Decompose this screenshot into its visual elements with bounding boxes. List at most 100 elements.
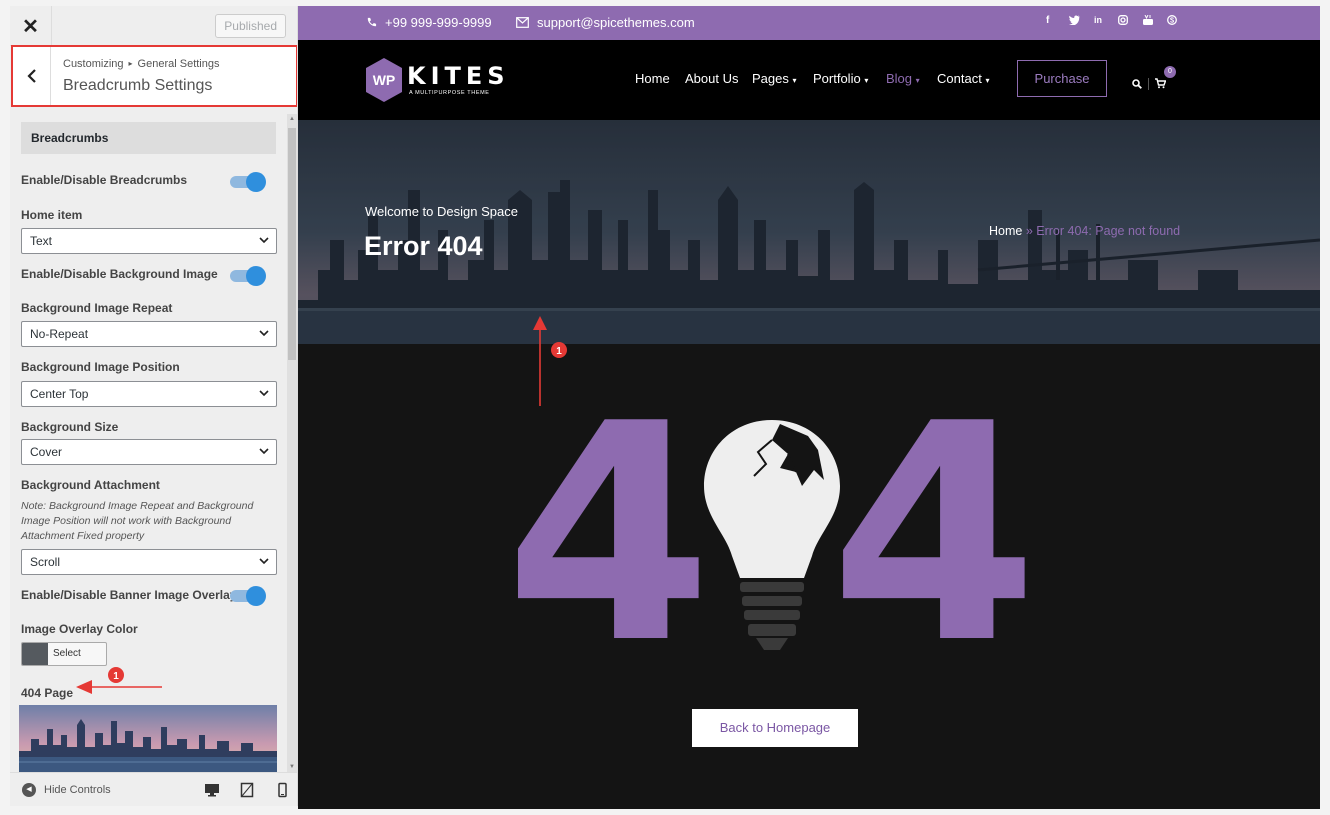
broken-bulb-icon <box>704 420 840 650</box>
envelope-icon <box>516 17 529 28</box>
nav-portfolio[interactable]: Portfolio ▾ <box>813 71 868 86</box>
enable-breadcrumbs-label: Enable/Disable Breadcrumbs <box>21 173 188 187</box>
tablet-preview-icon[interactable] <box>239 782 255 798</box>
instagram-icon[interactable] <box>1118 15 1128 28</box>
top-info-bar: +99 999-999-9999 support@spicethemes.com… <box>298 6 1320 40</box>
cart-count-badge: 0 <box>1164 66 1176 78</box>
bg-attachment-select[interactable]: Scroll <box>21 549 277 575</box>
hide-controls-button[interactable]: ◀ Hide Controls <box>22 783 111 797</box>
breadcrumb-banner: Welcome to Design Space Error 404 Home »… <box>298 120 1320 344</box>
page404-image-thumbnail[interactable] <box>19 705 277 772</box>
404-graphic: 4 4 <box>518 406 1038 666</box>
customizer-footer: ◀ Hide Controls <box>10 772 297 806</box>
page404-label: 404 Page <box>21 686 74 700</box>
banner-breadcrumb: Home » Error 404: Page not found <box>989 224 1180 238</box>
controls-scroll-area: Breadcrumbs Enable/Disable Breadcrumbs H… <box>10 114 288 772</box>
logo-mark: WP <box>373 72 396 88</box>
nav-home[interactable]: Home <box>635 71 670 86</box>
logo-tagline: A MULTIPURPOSE THEME <box>409 90 490 96</box>
skype-icon[interactable] <box>1167 15 1177 28</box>
chevron-down-icon <box>259 558 269 565</box>
chevron-down-icon <box>259 237 269 244</box>
cart-icon[interactable] <box>1155 78 1166 89</box>
caret-down-icon: ▾ <box>792 76 797 85</box>
breadcrumb-separator-icon: ▸ <box>128 59 133 68</box>
published-button[interactable]: Published <box>215 14 286 38</box>
panel-header: Customizing ▸ General Settings Breadcrumb … <box>11 45 297 107</box>
mobile-preview-icon[interactable] <box>274 782 290 798</box>
nav-portfolio-label: Portfolio <box>813 71 861 86</box>
caret-down-icon: ▾ <box>915 76 920 85</box>
chevron-down-icon <box>259 448 269 455</box>
nav-divider <box>1148 78 1149 90</box>
email-info: support@spicethemes.com <box>516 15 695 30</box>
home-item-select[interactable]: Text <box>21 228 277 254</box>
nav-blog-label: Blog <box>886 71 913 86</box>
email-address: support@spicethemes.com <box>537 15 695 30</box>
back-to-homepage-button[interactable]: Back to Homepage <box>692 709 858 747</box>
logo-name: KITES <box>407 62 510 90</box>
phone-number: +99 999-999-9999 <box>385 15 492 30</box>
close-icon[interactable]: ✕ <box>10 6 52 46</box>
purchase-button[interactable]: Purchase <box>1017 60 1107 97</box>
collapse-icon: ◀ <box>22 783 36 797</box>
site-logo[interactable]: WP KITES A MULTIPURPOSE THEME <box>364 56 505 104</box>
section-header: Breadcrumbs <box>21 122 276 154</box>
nav-blog[interactable]: Blog ▾ <box>886 71 920 86</box>
select-color-label: Select Color <box>53 648 81 659</box>
bg-position-select[interactable]: Center Top <box>21 381 277 407</box>
bg-position-value: Center Top <box>30 387 89 401</box>
logo-hexagon-icon: WP <box>366 58 402 102</box>
bg-size-value: Cover <box>30 445 63 459</box>
breadcrumb-root: Customizing <box>63 58 124 70</box>
bg-size-select[interactable]: Cover <box>21 439 277 465</box>
enable-bg-image-label: Enable/Disable Background Image <box>21 267 218 281</box>
bg-attachment-value: Scroll <box>30 555 61 569</box>
breadcrumb-separator: » <box>1022 224 1037 238</box>
bg-attachment-label: Background Attachment <box>21 478 160 492</box>
banner-subtitle: Welcome to Design Space <box>365 204 518 219</box>
enable-bg-image-toggle[interactable] <box>230 266 266 286</box>
enable-breadcrumbs-toggle[interactable] <box>230 172 266 192</box>
customizer-top-bar: ✕ Published <box>10 6 297 46</box>
caret-down-icon: ▾ <box>985 76 990 85</box>
big-four-left: 4 <box>518 406 712 666</box>
back-arrow-icon[interactable] <box>13 47 51 105</box>
linkedin-icon[interactable]: in <box>1094 15 1102 25</box>
bg-attachment-note: Note: Background Image Repeat and Backgr… <box>21 500 254 542</box>
nav-about-us[interactable]: About Us <box>685 71 738 86</box>
scroll-up-icon[interactable]: ▲ <box>287 114 297 124</box>
nav-pages[interactable]: Pages ▾ <box>752 71 797 86</box>
customizer-sidebar: ✕ Published Customizing ▸ General Settings… <box>10 6 298 806</box>
bg-position-label: Background Image Position <box>21 360 180 374</box>
main-navbar: WP KITES A MULTIPURPOSE THEME Home About… <box>298 40 1320 120</box>
desktop-preview-icon[interactable] <box>204 782 220 798</box>
panel-title: Breadcrumb Settings <box>63 77 213 94</box>
scrollbar-thumb[interactable] <box>288 128 296 360</box>
overlay-color-button[interactable]: Select Color <box>21 642 107 666</box>
twitter-icon[interactable] <box>1069 15 1080 28</box>
banner-overlay-label: Enable/Disable Banner Image Overlay <box>21 588 237 602</box>
big-four-right: 4 <box>830 406 1038 666</box>
bg-repeat-select[interactable]: No-Repeat <box>21 321 277 347</box>
nav-pages-label: Pages <box>752 71 789 86</box>
youtube-icon[interactable] <box>1143 14 1153 28</box>
panel-breadcrumb: Customizing ▸ General Settings <box>63 58 219 70</box>
scrollbar[interactable]: ▲ ▼ <box>287 114 297 772</box>
breadcrumb-home-link[interactable]: Home <box>989 224 1022 238</box>
phone-info: +99 999-999-9999 <box>366 15 492 30</box>
chevron-down-icon <box>259 330 269 337</box>
bg-repeat-value: No-Repeat <box>30 327 89 341</box>
scroll-down-icon[interactable]: ▼ <box>287 762 297 772</box>
facebook-icon[interactable]: f <box>1046 15 1049 26</box>
banner-overlay-toggle[interactable] <box>230 586 266 606</box>
chevron-down-icon <box>259 390 269 397</box>
bg-size-label: Background Size <box>21 420 119 434</box>
overlay-color-swatch <box>22 643 48 665</box>
hide-controls-label: Hide Controls <box>44 784 111 796</box>
nav-contact[interactable]: Contact ▾ <box>937 71 989 86</box>
screen: ✕ Published Customizing ▸ General Settings… <box>0 0 1330 815</box>
home-item-label: Home item <box>21 208 83 222</box>
breadcrumb-parent: General Settings <box>137 58 220 70</box>
search-icon[interactable] <box>1132 79 1142 89</box>
